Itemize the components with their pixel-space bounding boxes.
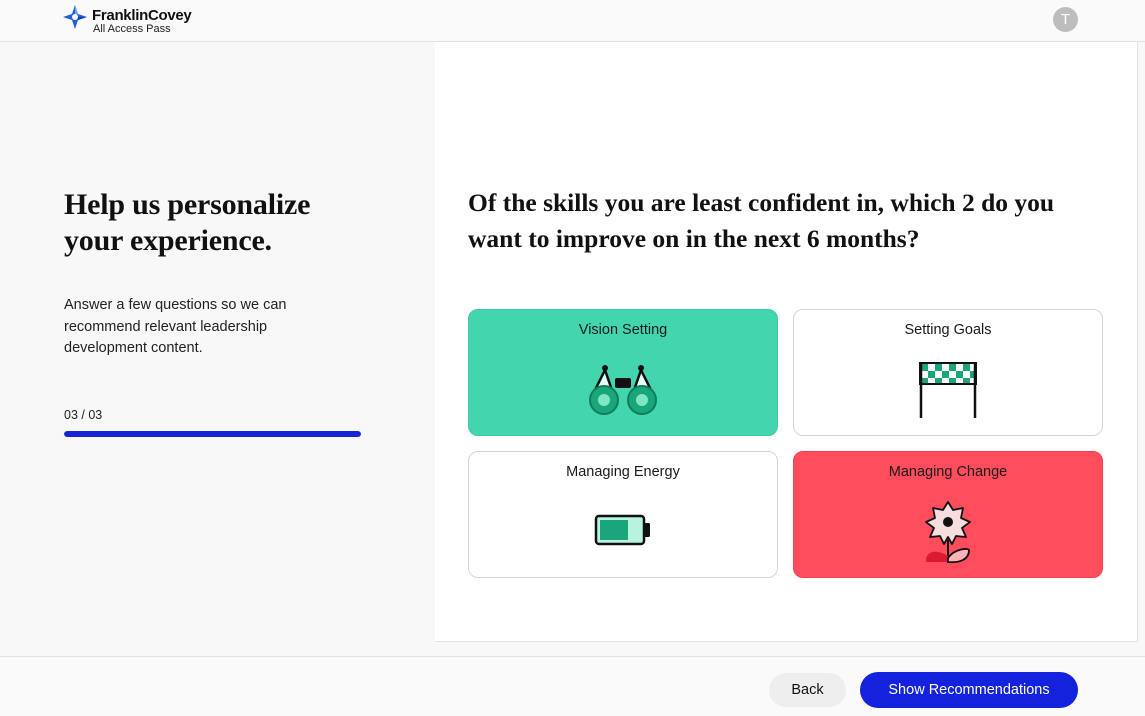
option-setting-goals[interactable]: Setting Goals [793, 309, 1103, 436]
option-label: Setting Goals [904, 322, 992, 338]
show-recommendations-button[interactable]: Show Recommendations [860, 672, 1078, 708]
option-managing-energy[interactable]: Managing Energy [468, 451, 778, 578]
option-label: Vision Setting [578, 322, 668, 338]
compass-star-icon [63, 5, 87, 29]
user-avatar[interactable]: T [1053, 7, 1078, 32]
question-text: Of the skills you are least confident in… [468, 188, 1055, 253]
step-counter: 03 / 03 [64, 408, 103, 422]
option-vision-setting[interactable]: Vision Setting [468, 309, 778, 436]
binoculars-icon [589, 365, 657, 415]
question-panel: Of the skills you are least confident in… [435, 42, 1138, 642]
footer-bar: Back Show Recommendations [0, 656, 1145, 716]
flower-icon [925, 501, 971, 564]
top-header: FranklinCovey All Access Pass T [0, 0, 1145, 42]
option-managing-change[interactable]: Managing Change [793, 451, 1103, 578]
franklincovey-logo[interactable]: FranklinCovey All Access Pass [63, 5, 192, 35]
option-label: Managing Energy [566, 464, 680, 480]
battery-icon [594, 514, 650, 546]
page-title: Help us personalize your experience. [64, 188, 311, 257]
brand-name: FranklinCovey [92, 7, 192, 24]
intro-description: Answer a few questions so we can recomme… [64, 297, 287, 356]
brand-subtitle: All Access Pass [93, 23, 171, 35]
back-button[interactable]: Back [769, 673, 846, 707]
finish-line-icon [919, 362, 977, 418]
option-label: Managing Change [888, 464, 1008, 480]
progress-bar [64, 431, 361, 437]
intro-panel: Help us personalize your experience. Ans… [0, 42, 435, 656]
progress-fill [64, 431, 361, 437]
